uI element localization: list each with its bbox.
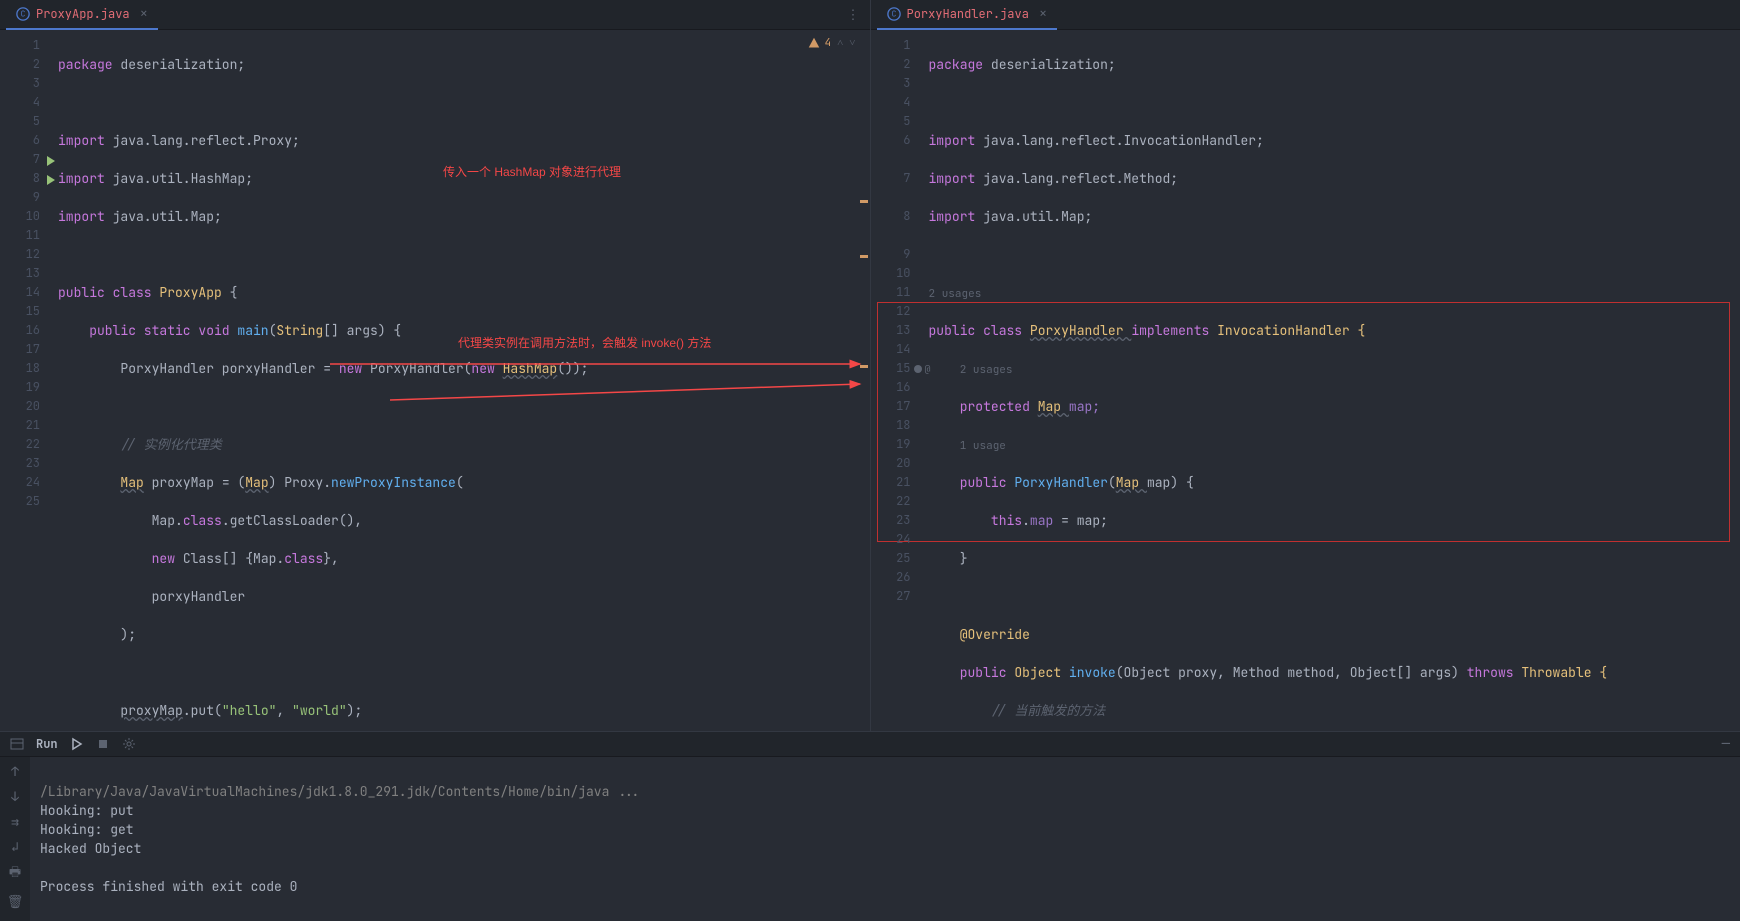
run-panel: Run — ↑ ↓ ⇉ ↲ 🖶 🗑 /Library/Java/JavaVirt… bbox=[0, 731, 1740, 921]
left-pane: C ProxyApp.java × ⋮ 4 ˄ ˅ 123 bbox=[0, 0, 871, 731]
usage-hint[interactable]: 2 usages bbox=[929, 285, 982, 304]
console-line: Process finished with exit code 0 bbox=[40, 878, 297, 895]
tab-proxyapp[interactable]: C ProxyApp.java × bbox=[6, 0, 158, 30]
hide-panel-icon[interactable]: — bbox=[1722, 735, 1730, 753]
left-code[interactable]: package deserialization; import java.lan… bbox=[58, 30, 870, 731]
console-side-toolbar: ↑ ↓ ⇉ ↲ 🖶 🗑 bbox=[0, 757, 30, 921]
tabbar-more-icon[interactable]: ⋮ bbox=[847, 6, 862, 23]
stop-icon[interactable] bbox=[96, 737, 110, 751]
right-pane: C PorxyHandler.java × 123 456 7 8 91011 bbox=[871, 0, 1740, 731]
left-editor[interactable]: 4 ˄ ˅ 123 456 7 8 91011 121314 151617 18… bbox=[0, 30, 870, 731]
tab-label: PorxyHandler.java bbox=[907, 6, 1029, 22]
svg-text:C: C bbox=[21, 9, 26, 19]
java-class-icon: C bbox=[887, 7, 901, 21]
right-code[interactable]: package deserialization; import java.lan… bbox=[929, 30, 1740, 731]
console-line: Hacked Object bbox=[40, 840, 141, 857]
right-gutter: 123 456 7 8 91011 1213 14@ 151617 181920… bbox=[871, 30, 929, 731]
usage-hint[interactable]: 2 usages bbox=[960, 361, 1013, 380]
console-line: Hooking: put bbox=[40, 802, 134, 819]
down-icon[interactable]: ↓ bbox=[11, 788, 19, 805]
close-icon[interactable]: × bbox=[1039, 5, 1047, 23]
right-editor[interactable]: 123 456 7 8 91011 1213 14@ 151617 181920… bbox=[871, 30, 1740, 731]
java-class-icon: C bbox=[16, 7, 30, 21]
console-wrap: ↑ ↓ ⇉ ↲ 🖶 🗑 /Library/Java/JavaVirtualMac… bbox=[0, 757, 1740, 921]
print-icon[interactable]: 🖶 bbox=[9, 863, 21, 885]
filter-icon[interactable]: ⇉ bbox=[11, 813, 19, 830]
trash-icon[interactable]: 🗑 bbox=[7, 893, 24, 910]
close-icon[interactable]: × bbox=[140, 5, 148, 23]
left-tabbar: C ProxyApp.java × ⋮ bbox=[0, 0, 870, 30]
wrap-icon[interactable]: ↲ bbox=[11, 838, 19, 855]
svg-text:C: C bbox=[891, 9, 896, 19]
run-label: Run bbox=[36, 736, 58, 752]
tab-label: ProxyApp.java bbox=[36, 6, 130, 22]
usage-hint[interactable]: 1 usage bbox=[960, 437, 1006, 456]
run-toolbar: Run — bbox=[0, 732, 1740, 757]
ide-root: C ProxyApp.java × ⋮ 4 ˄ ˅ 123 bbox=[0, 0, 1740, 921]
console-output[interactable]: /Library/Java/JavaVirtualMachines/jdk1.8… bbox=[30, 757, 1740, 921]
up-icon[interactable]: ↑ bbox=[11, 763, 19, 780]
editor-split: C ProxyApp.java × ⋮ 4 ˄ ˅ 123 bbox=[0, 0, 1740, 731]
console-line: Hooking: get bbox=[40, 821, 134, 838]
console-line: /Library/Java/JavaVirtualMachines/jdk1.8… bbox=[40, 783, 641, 800]
right-tabbar: C PorxyHandler.java × bbox=[871, 0, 1740, 30]
rerun-icon[interactable] bbox=[70, 737, 84, 751]
tab-porxyhandler[interactable]: C PorxyHandler.java × bbox=[877, 0, 1058, 30]
settings-icon[interactable] bbox=[122, 737, 136, 751]
left-gutter: 123 456 7 8 91011 121314 151617 181920 2… bbox=[0, 30, 58, 731]
layout-icon[interactable] bbox=[10, 737, 24, 751]
